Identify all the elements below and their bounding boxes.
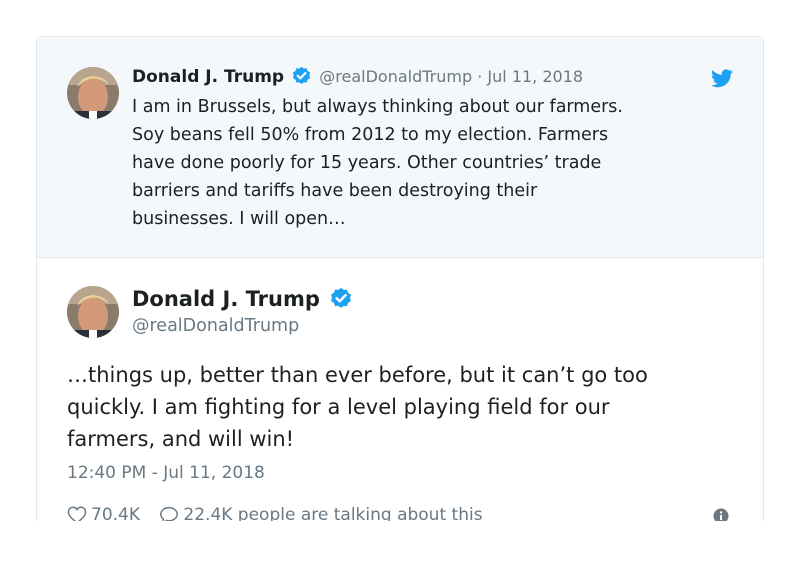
verified-badge-icon bbox=[330, 287, 352, 316]
tweet-text-line: Soy beans fell 50% from 2012 to my elect… bbox=[132, 125, 609, 145]
author-handle[interactable]: @realDonaldTrump bbox=[132, 314, 299, 338]
tweet-text-line: quickly. I am fighting for a level playi… bbox=[67, 395, 610, 419]
main-tweet-text: …things up, better than ever before, but… bbox=[67, 359, 747, 455]
quoted-tweet[interactable]: Donald J. Trump @realDonaldTrump · Jul 1… bbox=[37, 37, 763, 258]
quoted-tweet-header: Donald J. Trump @realDonaldTrump · Jul 1… bbox=[132, 65, 583, 92]
tweet-text-line: businesses. I will open… bbox=[132, 209, 346, 229]
conversation-link[interactable]: 22.4K people are talking about this bbox=[159, 503, 483, 521]
author-name[interactable]: Donald J. Trump bbox=[132, 67, 284, 87]
quoted-tweet-text: I am in Brussels, but always thinking ab… bbox=[132, 93, 732, 233]
heart-icon bbox=[67, 506, 87, 521]
main-author-name-row: Donald J. Trump bbox=[132, 285, 355, 316]
avatar[interactable] bbox=[67, 286, 119, 338]
tweet-date[interactable]: Jul 11, 2018 bbox=[487, 67, 583, 86]
conversation-count: 22.4K people are talking about this bbox=[183, 505, 483, 521]
tweet-text-line: farmers, and will win! bbox=[67, 427, 295, 451]
tweet-text-line: I am in Brussels, but always thinking ab… bbox=[132, 97, 623, 117]
separator-dot: · bbox=[477, 67, 483, 86]
author-name[interactable]: Donald J. Trump bbox=[132, 287, 320, 311]
like-count: 70.4K bbox=[91, 505, 140, 521]
info-icon[interactable] bbox=[713, 508, 729, 521]
verified-badge-icon bbox=[292, 66, 311, 92]
comment-icon bbox=[160, 506, 179, 521]
embedded-tweet-card: Donald J. Trump @realDonaldTrump · Jul 1… bbox=[36, 36, 764, 521]
tweet-text-line: have done poorly for 15 years. Other cou… bbox=[132, 153, 602, 173]
like-button[interactable]: 70.4K bbox=[67, 503, 140, 521]
avatar[interactable] bbox=[67, 67, 119, 119]
tweet-actions: 70.4K 22.4K people are talking about thi… bbox=[67, 503, 497, 521]
tweet-text-line: …things up, better than ever before, but… bbox=[67, 363, 648, 387]
twitter-bird-icon[interactable] bbox=[711, 69, 733, 92]
tweet-text-line: barriers and tariffs have been destroyin… bbox=[132, 181, 538, 201]
tweet-timestamp[interactable]: 12:40 PM - Jul 11, 2018 bbox=[67, 461, 265, 485]
author-handle[interactable]: @realDonaldTrump bbox=[319, 67, 472, 86]
